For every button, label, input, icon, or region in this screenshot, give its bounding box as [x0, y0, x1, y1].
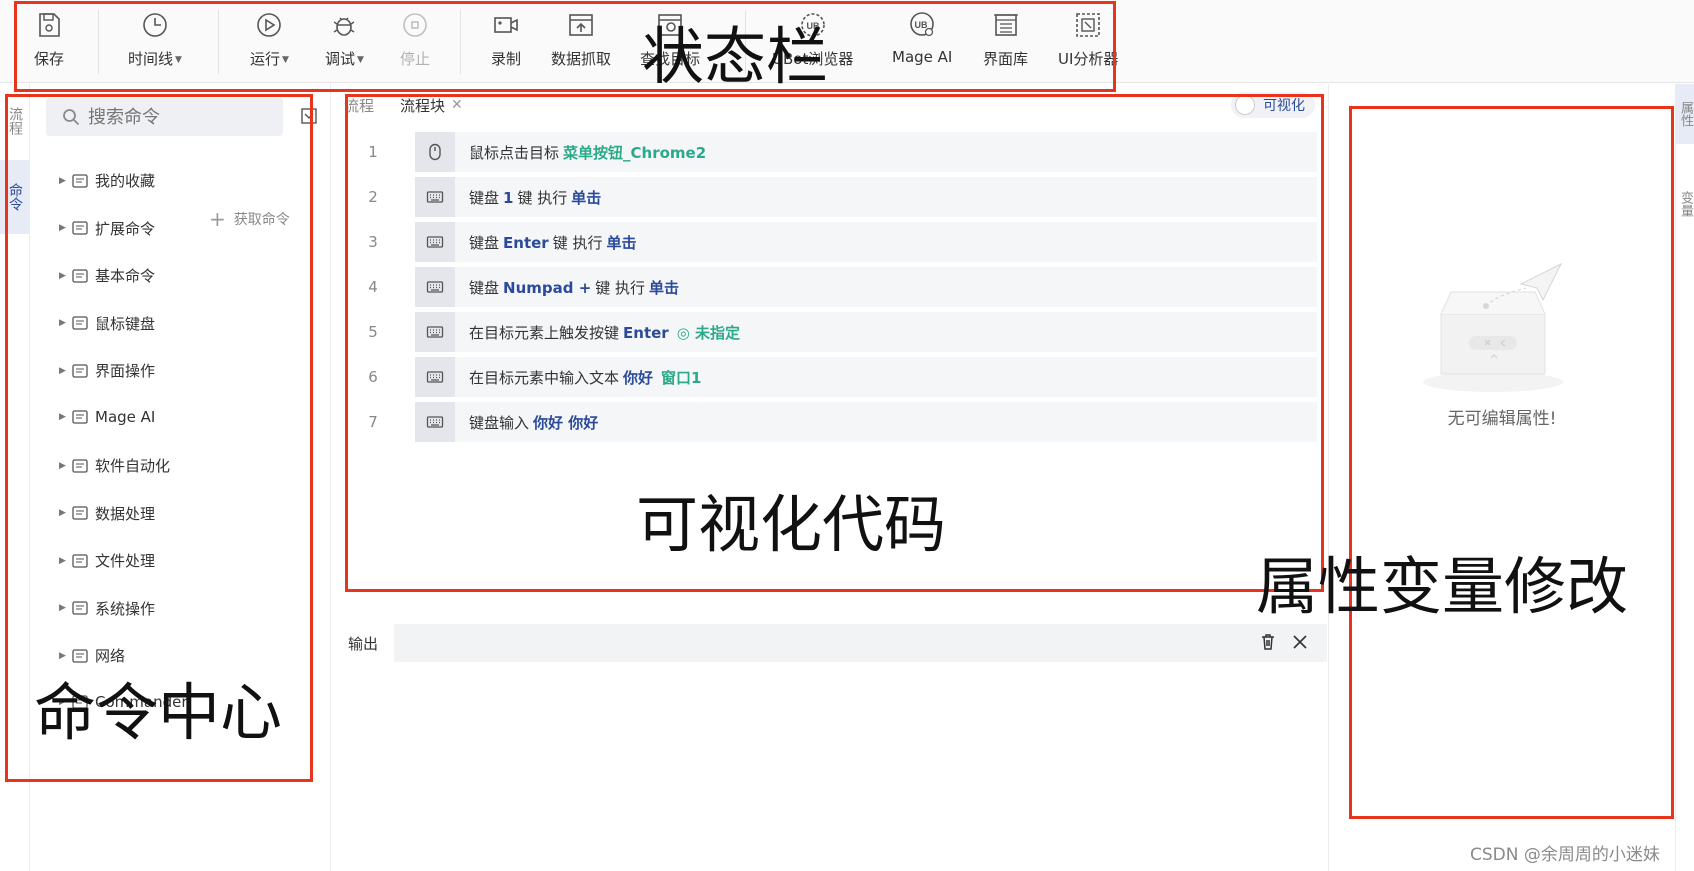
annotation-box-status-bar: [14, 1, 1116, 92]
close-icon[interactable]: [1291, 633, 1309, 651]
tab-variables[interactable]: 变量: [1676, 174, 1694, 234]
output-label: 输出: [348, 634, 379, 653]
annotation-command-center: 命令中心: [34, 676, 283, 749]
annotation-box-property-edit: [1349, 106, 1674, 819]
right-side-tabs: 属性 变量: [1675, 84, 1694, 871]
tab-properties[interactable]: 属性: [1676, 84, 1694, 144]
annotation-property-edit: 属性变量修改: [1256, 550, 1629, 623]
tab-output[interactable]: 输出: [332, 624, 395, 662]
watermark: CSDN @余周周的小迷妹: [1470, 845, 1660, 865]
output-panel-header: 输出: [332, 624, 1327, 662]
annotation-status-bar: 状态栏: [642, 20, 829, 93]
app-window: 保存 时间线 ▼ 运行 ▼ 调试 ▼ 停止 录制 数据抓取 查找目标 UB UB…: [0, 0, 1694, 871]
annotation-visual-code: 可视化代码: [636, 488, 947, 561]
trash-icon[interactable]: [1259, 633, 1277, 651]
